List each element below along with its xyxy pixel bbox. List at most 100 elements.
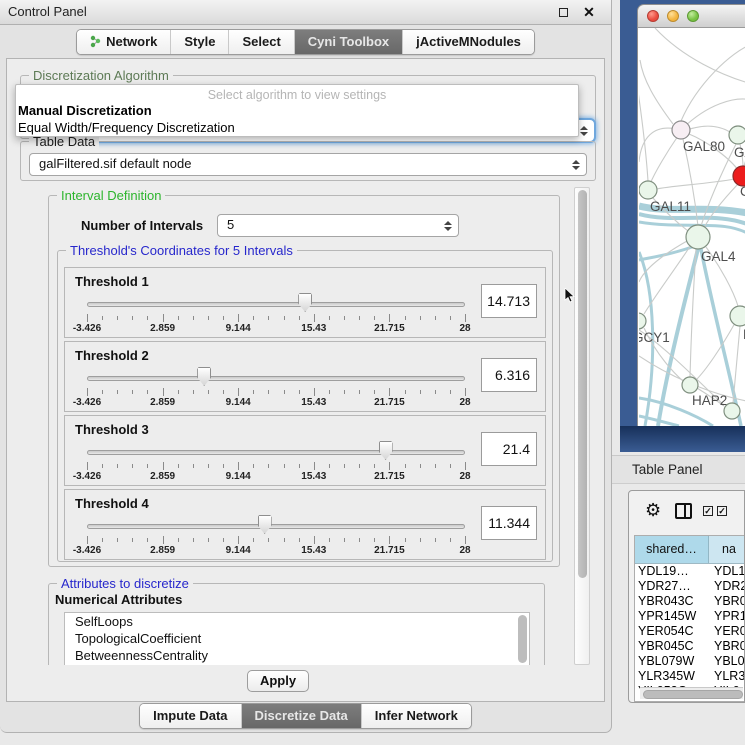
window-title: Control Panel <box>8 4 87 19</box>
network-canvas[interactable]: GAL80GACGAL11GAL4GCY1HHAP2 <box>637 28 745 426</box>
network-desktop: GAL80GACGAL11GAL4GCY1HHAP2 <box>620 0 745 452</box>
slider-track[interactable] <box>87 302 465 307</box>
table-row[interactable]: YLR345WYLR3 <box>635 669 744 684</box>
network-window-titlebar[interactable] <box>637 4 745 28</box>
network-node-label: GCY1 <box>639 330 670 345</box>
dropdown-option-manual-discretization[interactable]: Manual Discretization <box>16 102 578 119</box>
slider-tick-labels: -3.4262.8599.14415.4321.71528 <box>87 545 465 557</box>
network-node[interactable] <box>724 403 740 419</box>
network-node[interactable] <box>730 306 745 326</box>
slider-track[interactable] <box>87 376 465 381</box>
stepper-icon <box>444 221 452 231</box>
slider-track[interactable] <box>87 450 465 455</box>
right-workspace: GAL80GACGAL11GAL4GCY1HHAP2 Table Panel ⚙… <box>612 0 745 745</box>
attribute-list-item[interactable]: BetweennessCentrality <box>65 647 529 664</box>
top-tabbar: Network Style Select Cyni Toolbox jActiv… <box>0 25 611 58</box>
tab-style[interactable]: Style <box>170 30 228 54</box>
network-edge <box>681 99 745 130</box>
table-row[interactable]: YDR27…YDR2 <box>635 579 744 594</box>
threshold-3-box: Threshold 3 -3.4262.8599.14415.4321.7152… <box>64 415 546 486</box>
tab-cyni-toolbox[interactable]: Cyni Toolbox <box>294 30 402 54</box>
numerical-attributes-label: Numerical Attributes <box>55 592 182 607</box>
interval-definition-title: Interval Definition <box>57 188 165 203</box>
close-window-icon[interactable]: ✕ <box>581 5 597 21</box>
network-edge <box>650 136 678 184</box>
network-node[interactable] <box>729 126 745 144</box>
table-row[interactable]: YBL079WYBL0 <box>635 654 744 669</box>
slider-ticks <box>87 536 465 544</box>
tab-network[interactable]: Network <box>77 30 170 54</box>
gear-icon[interactable]: ⚙ <box>645 500 661 521</box>
stepper-icon <box>572 160 580 170</box>
close-traffic-light-icon[interactable] <box>647 10 659 22</box>
threshold-3-value-field[interactable]: 21.4 <box>481 432 537 466</box>
network-icon <box>90 35 101 48</box>
network-node-label: GAL4 <box>701 249 736 264</box>
minimize-traffic-light-icon[interactable] <box>667 10 679 22</box>
table-row[interactable]: YER054CYER0 <box>635 624 744 639</box>
threshold-1-value-field[interactable]: 14.713 <box>481 284 537 318</box>
settings-vertical-scrollbar[interactable] <box>574 187 590 665</box>
network-node[interactable] <box>733 166 745 186</box>
slider-ticks <box>87 388 465 396</box>
threshold-4-slider[interactable]: -3.4262.8599.14415.4321.71528 <box>87 512 465 558</box>
table-row[interactable]: YPR145WYPR1 <box>635 609 744 624</box>
network-node[interactable] <box>686 225 710 249</box>
network-node[interactable] <box>639 181 657 199</box>
tab-infer-network[interactable]: Infer Network <box>361 704 471 728</box>
number-of-intervals-combobox[interactable]: 5 <box>217 214 459 237</box>
attribute-list-scrollbar-thumb[interactable] <box>518 615 527 663</box>
attribute-list[interactable]: SelfLoopsTopologicalCoefficientBetweenne… <box>64 612 530 665</box>
slider-handle[interactable] <box>379 441 393 460</box>
dropdown-option-equal-width-frequency[interactable]: Equal Width/Frequency Discretization <box>16 119 578 136</box>
slider-handle[interactable] <box>197 367 211 386</box>
zoom-traffic-light-icon[interactable] <box>687 10 699 22</box>
threshold-4-value-field[interactable]: 11.344 <box>481 506 537 540</box>
threshold-1-slider[interactable]: -3.4262.8599.14415.4321.71528 <box>87 290 465 336</box>
control-panel-window: Control Panel ✕ Network Style Select Cyn… <box>0 0 612 733</box>
attribute-list-item[interactable]: TopologicalCoefficient <box>65 630 529 647</box>
number-of-intervals-label: Number of Intervals <box>81 218 203 233</box>
scrollbar-thumb[interactable] <box>578 190 587 578</box>
network-edge <box>639 60 648 181</box>
table-data-combobox[interactable]: galFiltered.sif default node <box>29 153 587 176</box>
table-panel-titlebar: Table Panel <box>612 455 745 484</box>
slider-handle[interactable] <box>258 515 272 534</box>
table-horizontal-scrollbar[interactable] <box>640 687 743 699</box>
settings-scroll-viewport: Interval Definition Number of Intervals … <box>20 187 572 665</box>
threshold-2-value-field[interactable]: 6.316 <box>481 358 537 392</box>
threshold-3-slider[interactable]: -3.4262.8599.14415.4321.71528 <box>87 438 465 484</box>
network-node[interactable] <box>682 377 698 393</box>
tab-select[interactable]: Select <box>228 30 293 54</box>
network-node[interactable] <box>672 121 690 139</box>
float-window-icon[interactable] <box>555 5 571 21</box>
checkbox-icon[interactable]: ✓ <box>703 506 713 516</box>
mouse-cursor <box>564 288 575 303</box>
interval-definition-group: Interval Definition Number of Intervals … <box>48 195 560 567</box>
threshold-2-slider[interactable]: -3.4262.8599.14415.4321.71528 <box>87 364 465 410</box>
column-header-name[interactable]: na <box>709 536 744 563</box>
table-row[interactable]: YDL19…YDL1 <box>635 564 744 579</box>
checkbox-icon[interactable]: ✓ <box>717 506 727 516</box>
table-row[interactable]: YBR045CYBR0 <box>635 639 744 654</box>
thresholds-group: Threshold's Coordinates for 5 Intervals … <box>57 250 553 562</box>
column-header-shared-name[interactable]: shared… <box>635 536 709 563</box>
apply-button[interactable]: Apply <box>247 670 309 692</box>
table-panel-toolbar: ⚙ ✓ ✓ <box>629 491 744 533</box>
scrollbar-thumb[interactable] <box>643 690 743 699</box>
slider-track[interactable] <box>87 524 465 529</box>
discretization-algorithm-title: Discretization Algorithm <box>29 68 173 83</box>
tab-discretize-data[interactable]: Discretize Data <box>241 704 361 728</box>
network-node-label: GAL11 <box>650 199 691 214</box>
table-row[interactable]: YBR043CYBR0 <box>635 594 744 609</box>
split-columns-icon[interactable] <box>675 503 692 519</box>
network-node-label: GAL80 <box>683 139 725 154</box>
tab-impute-data[interactable]: Impute Data <box>140 704 240 728</box>
tab-jactivemnodules[interactable]: jActiveMNodules <box>402 30 534 54</box>
slider-ticks <box>87 314 465 322</box>
attribute-list-item[interactable]: SelfLoops <box>65 613 529 630</box>
attributes-to-discretize-group: Attributes to discretize Numerical Attri… <box>48 583 545 665</box>
network-node[interactable] <box>639 313 646 329</box>
thresholds-title: Threshold's Coordinates for 5 Intervals <box>66 243 297 258</box>
slider-handle[interactable] <box>298 293 312 312</box>
